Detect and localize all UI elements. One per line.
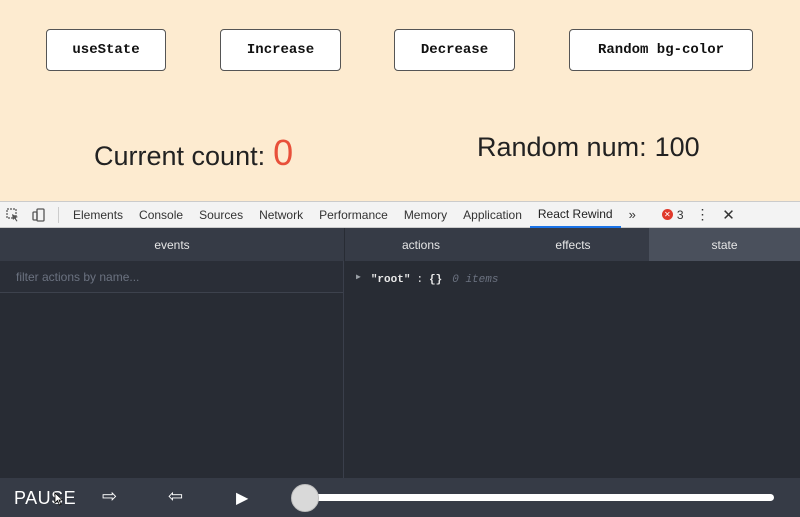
toolbar-divider: [58, 206, 59, 223]
close-icon[interactable]: ✕: [722, 206, 736, 224]
random-num-label: Random num:: [477, 132, 647, 162]
random-bg-color-button[interactable]: Random bg-color: [569, 29, 753, 71]
tab-sources[interactable]: Sources: [191, 201, 251, 228]
kebab-menu-icon[interactable]: ⋮: [696, 206, 710, 223]
tab-react-rewind[interactable]: React Rewind: [529, 201, 621, 228]
tree-key: "root": [370, 274, 411, 286]
random-num: Random num: 100: [477, 132, 700, 172]
step-back-icon[interactable]: ⇦: [168, 486, 183, 507]
use-state-button[interactable]: useState: [46, 29, 166, 71]
expand-arrow-icon[interactable]: ▶: [356, 272, 361, 282]
timeline-slider-track[interactable]: [304, 494, 774, 501]
pause-button[interactable]: PAUSE: [14, 488, 76, 509]
current-count-label: Current count:: [94, 141, 266, 171]
events-header: events: [0, 228, 344, 261]
state-tree-root[interactable]: ▶ "root" : {} 0 items: [356, 272, 499, 286]
tree-value: {}: [429, 274, 443, 286]
mouse-cursor-icon: [54, 492, 64, 511]
tab-performance[interactable]: Performance: [311, 201, 396, 228]
current-count: Current count: 0: [94, 132, 294, 173]
tab-console[interactable]: Console: [131, 201, 191, 228]
playback-controls: PAUSE ⇨ ⇦ ▶: [0, 478, 800, 517]
tab-network[interactable]: Network: [251, 201, 311, 228]
events-pane: events: [0, 228, 344, 478]
tab-effects[interactable]: effects: [497, 228, 649, 261]
detail-tabs: actions effects state: [345, 228, 800, 261]
decrease-button[interactable]: Decrease: [394, 29, 515, 71]
tab-elements[interactable]: Elements: [65, 201, 131, 228]
devtools-tab-bar: Elements Console Sources Network Perform…: [0, 201, 800, 228]
device-toolbar-icon[interactable]: [26, 201, 52, 228]
tab-application[interactable]: Application: [455, 201, 530, 228]
error-icon: ✕: [661, 209, 673, 220]
error-counter[interactable]: ✕ 3: [661, 207, 684, 222]
filter-actions-input[interactable]: [0, 261, 343, 293]
current-count-value: 0: [273, 132, 294, 173]
more-tabs-icon[interactable]: »: [621, 201, 644, 228]
play-icon[interactable]: ▶: [236, 488, 248, 508]
tree-colon: :: [416, 274, 424, 286]
timeline-slider-thumb[interactable]: [291, 484, 319, 512]
error-count: 3: [676, 207, 684, 222]
random-num-value: 100: [654, 132, 700, 162]
tab-state[interactable]: state: [649, 228, 800, 261]
step-forward-icon[interactable]: ⇨: [102, 486, 117, 507]
inspect-icon[interactable]: [0, 201, 26, 228]
react-rewind-panel: events actions effects state ▶ "root" : …: [0, 228, 800, 478]
tab-memory[interactable]: Memory: [396, 201, 455, 228]
tree-item-count: 0 items: [452, 274, 499, 286]
app-area: useState Increase Decrease Random bg-col…: [0, 0, 800, 201]
tab-actions[interactable]: actions: [345, 228, 497, 261]
increase-button[interactable]: Increase: [220, 29, 341, 71]
